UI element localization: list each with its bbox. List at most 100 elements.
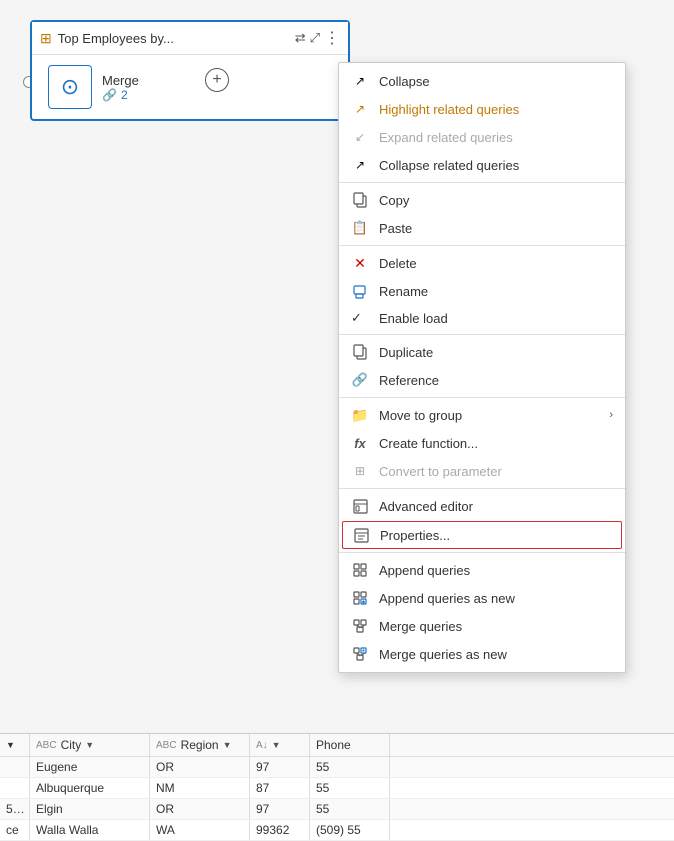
city-filter-icon[interactable]: ▼ (85, 740, 94, 750)
menu-label-move-to-group: Move to group (379, 408, 599, 423)
menu-label-reference: Reference (379, 373, 613, 388)
menu-label-enable-load: Enable load (379, 311, 613, 326)
advanced-editor-icon (351, 497, 369, 515)
menu-item-delete[interactable]: ✕ Delete (339, 249, 625, 277)
more-options-icon[interactable]: ⋮ (324, 28, 340, 48)
menu-item-expand-related: ↙ Expand related queries (339, 123, 625, 151)
menu-item-merge-queries[interactable]: Merge queries (339, 612, 625, 640)
menu-item-paste[interactable]: 📋 Paste (339, 214, 625, 242)
col-region-label: Region (181, 738, 219, 752)
query-node-header: ⊞ Top Employees by... ⇄ ⤢ ⋮ (32, 22, 348, 55)
cell-filter-4: ce (0, 820, 30, 840)
fx-icon: fx (351, 434, 369, 452)
cell-city-2: Albuquerque (30, 778, 150, 798)
menu-item-collapse-related[interactable]: ↗ Collapse related queries (339, 151, 625, 179)
table-row: ce Walla Walla WA 99362 (509) 55 (0, 820, 674, 841)
col3-type-icon: A↓ (256, 740, 268, 751)
menu-item-collapse[interactable]: ↗ Collapse (339, 67, 625, 95)
cell-filter-2 (0, 778, 30, 798)
cell-phone-1: 55 (310, 757, 390, 777)
menu-label-advanced-editor: Advanced editor (379, 499, 613, 514)
rename-icon (351, 282, 369, 300)
menu-label-append-queries: Append queries (379, 563, 613, 578)
menu-item-create-function[interactable]: fx Create function... (339, 429, 625, 457)
menu-item-rename[interactable]: Rename (339, 277, 625, 305)
table-row: Albuquerque NM 87 55 (0, 778, 674, 799)
menu-item-copy[interactable]: Copy (339, 186, 625, 214)
cell-col3-2: 87 (250, 778, 310, 798)
paste-icon: 📋 (351, 219, 369, 237)
menu-item-duplicate[interactable]: Duplicate (339, 338, 625, 366)
region-filter-icon[interactable]: ▼ (223, 740, 232, 750)
query-node-body: ⊙ Merge 🔗 2 (32, 55, 348, 119)
region-type-icon: ABC (156, 740, 177, 751)
cell-city-4: Walla Walla (30, 820, 150, 840)
col-header-col3[interactable]: A↓ ▼ (250, 734, 310, 756)
table-row: 516 M... Elgin OR 97 55 (0, 799, 674, 820)
menu-item-enable-load[interactable]: ✓ Enable load (339, 305, 625, 331)
menu-item-convert-parameter: ⊞ Convert to parameter (339, 457, 625, 485)
menu-label-collapse: Collapse (379, 74, 613, 89)
merge-queries-icon (351, 617, 369, 635)
merge-icon: ⊙ (61, 74, 79, 100)
cell-filter-1 (0, 757, 30, 777)
menu-label-append-queries-new: Append queries as new (379, 591, 613, 606)
menu-item-append-queries-new[interactable]: Append queries as new (339, 584, 625, 612)
col-header-filter[interactable]: ▼ (0, 734, 30, 756)
col-header-region[interactable]: ABC Region ▼ (150, 734, 250, 756)
node-label: Merge (102, 73, 139, 88)
col-header-phone[interactable]: Phone (310, 734, 390, 756)
menu-item-move-to-group[interactable]: 📁 Move to group › (339, 401, 625, 429)
context-menu: ↗ Collapse ↗ Highlight related queries ↙… (338, 62, 626, 673)
cell-col3-1: 97 (250, 757, 310, 777)
query-node-actions: ⇄ ⤢ ⋮ (295, 28, 340, 48)
append-queries-icon (351, 561, 369, 579)
menu-item-append-queries[interactable]: Append queries (339, 556, 625, 584)
menu-label-copy: Copy (379, 193, 613, 208)
append-queries-new-icon (351, 589, 369, 607)
col-header-city[interactable]: ABC City ▼ (30, 734, 150, 756)
menu-label-highlight-related: Highlight related queries (379, 102, 613, 117)
menu-label-paste: Paste (379, 221, 613, 236)
menu-label-rename: Rename (379, 284, 613, 299)
cell-filter-3: 516 M... (0, 799, 30, 819)
col-city-label: City (61, 738, 82, 752)
menu-label-delete: Delete (379, 256, 613, 271)
table-header: ▼ ABC City ▼ ABC Region ▼ A↓ ▼ Phone (0, 734, 674, 757)
query-node: ⊞ Top Employees by... ⇄ ⤢ ⋮ ⊙ Merge 🔗 2 (30, 20, 350, 121)
checkmark-icon: ✓ (351, 310, 369, 326)
link-icon: 🔗 (102, 88, 117, 102)
separator-6 (339, 552, 625, 553)
menu-item-highlight-related[interactable]: ↗ Highlight related queries (339, 95, 625, 123)
node-info: Merge 🔗 2 (102, 73, 139, 102)
separator-2 (339, 245, 625, 246)
cell-region-4: WA (150, 820, 250, 840)
share-icon[interactable]: ⇄ (295, 30, 306, 46)
separator-3 (339, 334, 625, 335)
collapse-related-icon: ↗ (351, 156, 369, 174)
menu-item-merge-queries-new[interactable]: Merge queries as new (339, 640, 625, 668)
cell-city-3: Elgin (30, 799, 150, 819)
reference-icon: 🔗 (351, 371, 369, 389)
menu-label-merge-queries: Merge queries (379, 619, 613, 634)
separator-1 (339, 182, 625, 183)
node-links: 🔗 2 (102, 88, 139, 102)
merge-queries-new-icon (351, 645, 369, 663)
menu-item-properties[interactable]: Properties... (342, 521, 622, 549)
col-phone-label: Phone (316, 738, 351, 752)
link-count: 2 (121, 88, 128, 102)
expand-related-icon: ↙ (351, 128, 369, 146)
data-table: ▼ ABC City ▼ ABC Region ▼ A↓ ▼ Phone (0, 733, 674, 841)
duplicate-icon (351, 343, 369, 361)
canvas: + ⊞ Top Employees by... ⇄ ⤢ ⋮ ⊙ Merge 🔗 … (0, 0, 674, 841)
query-table-icon: ⊞ (40, 30, 52, 47)
add-step-button[interactable]: + (205, 68, 229, 92)
col3-filter-icon[interactable]: ▼ (272, 740, 281, 750)
query-node-title: Top Employees by... (58, 31, 289, 46)
menu-item-advanced-editor[interactable]: Advanced editor (339, 492, 625, 520)
cell-region-1: OR (150, 757, 250, 777)
expand-icon[interactable]: ⤢ (310, 30, 320, 46)
table-row: Eugene OR 97 55 (0, 757, 674, 778)
copy-icon (351, 191, 369, 209)
menu-item-reference[interactable]: 🔗 Reference (339, 366, 625, 394)
